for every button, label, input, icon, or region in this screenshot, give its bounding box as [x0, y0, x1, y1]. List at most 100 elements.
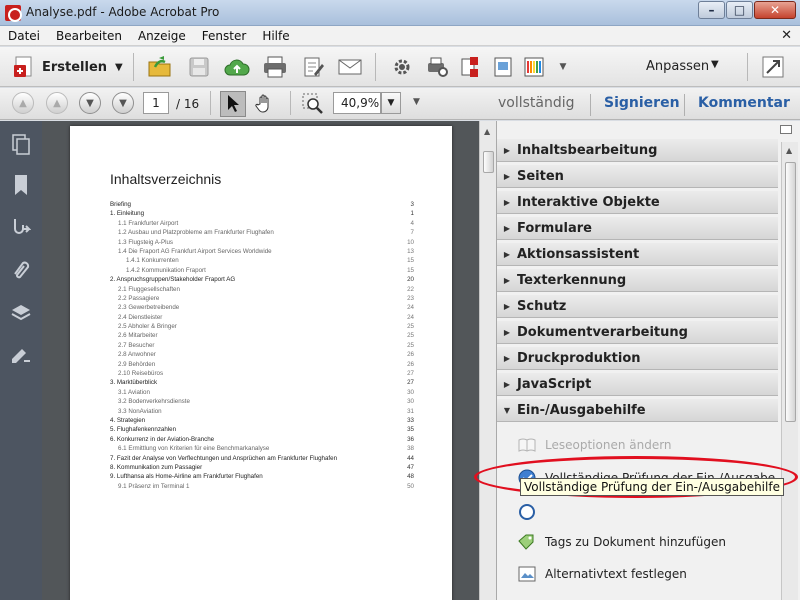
previous-page-button[interactable]: ▲ [46, 92, 68, 114]
signatures-button[interactable] [9, 216, 33, 240]
section-label: Aktionsassistent [517, 246, 640, 262]
toc-entry[interactable]: 1.4 Die Fraport AG Frankfurt Airport Ser… [110, 248, 414, 257]
bookmarks-button[interactable] [9, 173, 33, 197]
section-protection[interactable]: ▶ Schutz [497, 295, 778, 318]
document-viewport[interactable]: Inhaltsverzeichnis Briefing 3 1. Einleitun… [42, 121, 479, 600]
maximize-button[interactable]: □ [726, 1, 753, 19]
last-page-button[interactable]: ▼ [112, 92, 134, 114]
page-thumbnails-button[interactable] [9, 133, 33, 157]
toc-entry[interactable]: 3. Marktüberblick 27 [110, 379, 414, 388]
section-javascript[interactable]: ▶ JavaScript [497, 373, 778, 396]
sign-pane-button[interactable]: Signieren [604, 95, 680, 111]
view-mode-label[interactable]: vollständig [498, 95, 575, 111]
toc-entry[interactable]: 2.5 Abholer & Bringer 25 [110, 323, 414, 332]
marquee-zoom-button[interactable] [300, 91, 326, 117]
select-tool-button[interactable] [220, 91, 246, 117]
content-tags-button[interactable] [9, 343, 33, 367]
output-preview-button[interactable] [490, 54, 516, 80]
save-button[interactable] [186, 54, 212, 80]
menu-window[interactable]: Fenster [194, 29, 255, 43]
attachments-button[interactable] [9, 259, 33, 283]
section-accessibility[interactable]: ▼ Ein-/Ausgabehilfe [497, 399, 778, 422]
settings-button[interactable] [389, 54, 415, 80]
toc-entry[interactable]: 3.3 NonAviation 31 [110, 408, 414, 417]
color-swatch-button[interactable] [521, 54, 547, 80]
first-page-button[interactable]: ▲ [12, 92, 34, 114]
section-print-production[interactable]: ▶ Druckproduktion [497, 347, 778, 370]
toc-entry[interactable]: 2.2 Passagiere 23 [110, 295, 414, 304]
open-button[interactable] [147, 54, 173, 80]
toc-entry[interactable]: 2.4 Dienstleister 24 [110, 314, 414, 323]
email-button[interactable] [337, 54, 363, 80]
menu-view[interactable]: Anzeige [130, 29, 194, 43]
customize-button[interactable]: Anpassen [646, 59, 709, 74]
chevron-down-icon[interactable]: ▼ [711, 59, 719, 70]
tools-panel-scrollbar[interactable]: ▲ [781, 142, 798, 600]
edit-document-button[interactable] [300, 54, 326, 80]
toc-entry[interactable]: 2.8 Anwohner 26 [110, 351, 414, 360]
layers-button[interactable] [9, 301, 33, 325]
action-change-reading-options[interactable]: Leseoptionen ändern [517, 434, 672, 456]
page-number-input[interactable]: 1 [143, 92, 169, 114]
toc-entry[interactable]: 2.3 Gewerbetreibende 24 [110, 304, 414, 313]
minimize-button[interactable]: – [698, 1, 725, 19]
scroll-up-icon[interactable]: ▲ [786, 146, 792, 155]
toc-entry[interactable]: 3.1 Aviation 30 [110, 389, 414, 398]
action-set-alt-text[interactable]: Alternativtext festlegen [517, 563, 687, 585]
upload-cloud-button[interactable] [224, 54, 250, 80]
next-page-button[interactable]: ▼ [79, 92, 101, 114]
more-tools-button[interactable]: ▼ [550, 54, 576, 80]
toc-entry[interactable]: 1.4.1 Konkurrenten 15 [110, 257, 414, 266]
zoom-dropdown-button[interactable]: ▼ [381, 92, 401, 114]
toc-entry[interactable]: 1. Einleitung 1 [110, 210, 414, 219]
toc-entry[interactable]: 7. Fazit der Analyse von Verflechtungen … [110, 455, 414, 464]
toc-entry[interactable]: 5. Flughafenkennzahlen 35 [110, 426, 414, 435]
toc-entry[interactable]: 6. Konkurrenz in der Aviation-Branche 36 [110, 436, 414, 445]
toc-entry[interactable]: 8. Kommunikation zum Passagier 47 [110, 464, 414, 473]
section-text-recognition[interactable]: ▶ Texterkennung [497, 269, 778, 292]
section-content-editing[interactable]: ▶ Inhaltsbearbeitung [497, 139, 778, 162]
zoom-input[interactable]: 40,9% [333, 92, 381, 114]
close-window-button[interactable]: ✕ [754, 1, 796, 19]
document-scrollbar[interactable]: ▲ [479, 121, 496, 600]
section-forms[interactable]: ▶ Formulare [497, 217, 778, 240]
fullscreen-button[interactable] [760, 54, 786, 80]
menu-file[interactable]: Datei [0, 29, 48, 43]
scroll-up-icon[interactable]: ▲ [484, 127, 490, 136]
close-document-icon[interactable]: ✕ [781, 28, 792, 43]
scrollbar-thumb[interactable] [483, 151, 494, 173]
toc-entry[interactable]: 1.1 Frankfurter Airport 4 [110, 220, 414, 229]
menu-help[interactable]: Hilfe [254, 29, 297, 43]
toc-entry[interactable]: 1.2 Ausbau und Platzprobleme am Frankfur… [110, 229, 414, 238]
section-action-wizard[interactable]: ▶ Aktionsassistent [497, 243, 778, 266]
hand-tool-button[interactable] [252, 91, 278, 117]
panel-options-icon[interactable] [780, 125, 792, 134]
toc-entry[interactable]: 1.3 Flugsteig A-Plus 10 [110, 239, 414, 248]
toc-entry[interactable]: 9.1 Präsenz im Terminal 1 50 [110, 483, 414, 492]
section-document-processing[interactable]: ▶ Dokumentverarbeitung [497, 321, 778, 344]
action-add-tags[interactable]: Tags zu Dokument hinzufügen [517, 531, 726, 553]
toc-entry[interactable]: 2.1 Fluggesellschaften 22 [110, 286, 414, 295]
section-interactive-objects[interactable]: ▶ Interaktive Objekte [497, 191, 778, 214]
more-tools-chevron-icon[interactable]: ▼ [413, 97, 420, 107]
toc-entry[interactable]: 3.2 Bodenverkehrsdienste 30 [110, 398, 414, 407]
toc-entry[interactable]: 1.4.2 Kommunikation Fraport 15 [110, 267, 414, 276]
menu-edit[interactable]: Bearbeiten [48, 29, 130, 43]
toc-entry[interactable]: 2.9 Behörden 26 [110, 361, 414, 370]
preflight-button[interactable] [457, 54, 483, 80]
scrollbar-thumb[interactable] [785, 162, 796, 422]
toc-entry[interactable]: 4. Strategien 33 [110, 417, 414, 426]
toc-entry[interactable]: 9. Lufthansa als Home-Airline am Frankfu… [110, 473, 414, 482]
print-production-button[interactable] [424, 54, 450, 80]
toc-entry[interactable]: 2.6 Mitarbeiter 25 [110, 332, 414, 341]
action-hidden-behind-tooltip[interactable] [517, 501, 545, 523]
toc-entry[interactable]: 2.10 Reisebüros 27 [110, 370, 414, 379]
toc-entry[interactable]: 2. Anspruchsgruppen/Stakeholder Fraport … [110, 276, 414, 285]
create-button[interactable]: Erstellen ▼ [12, 54, 123, 80]
toc-entry[interactable]: 2.7 Besucher 25 [110, 342, 414, 351]
toc-entry[interactable]: 6.1 Ermittlung von Kriterien für eine Be… [110, 445, 414, 454]
print-button[interactable] [262, 54, 288, 80]
section-pages[interactable]: ▶ Seiten [497, 165, 778, 188]
comment-pane-button[interactable]: Kommentar [698, 95, 790, 111]
toc-entry[interactable]: Briefing 3 [110, 201, 414, 210]
